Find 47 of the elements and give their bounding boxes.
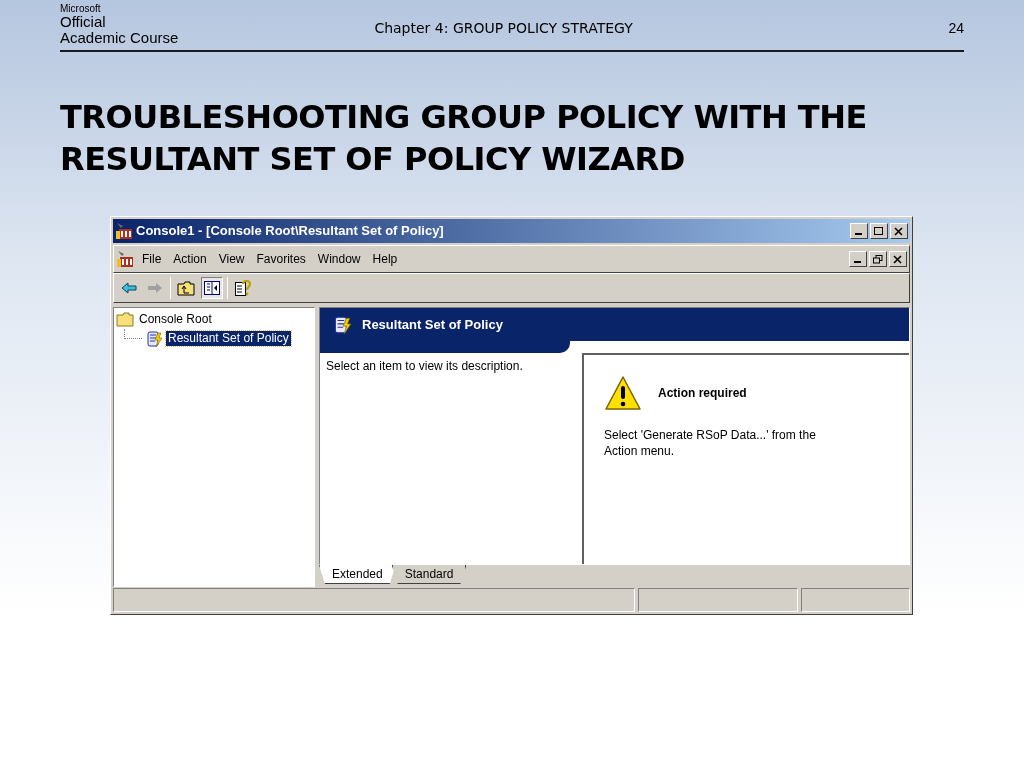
minimize-button[interactable] xyxy=(850,223,868,239)
slide-title: RESULTANT SET OF POLICY WIZARD xyxy=(60,139,686,180)
console-icon xyxy=(115,222,133,240)
help-button[interactable] xyxy=(232,277,254,299)
policy-icon xyxy=(332,314,352,335)
restore-icon xyxy=(873,254,883,264)
menu-item[interactable]: Favorites xyxy=(250,250,312,268)
logo-text: Official xyxy=(60,14,107,30)
help-icon xyxy=(234,279,252,297)
tree-pane-icon xyxy=(204,281,220,295)
page-number: 24 xyxy=(948,19,964,38)
minimize-button[interactable] xyxy=(849,251,867,267)
tree-item[interactable]: Console Root xyxy=(137,312,214,327)
close-button[interactable] xyxy=(890,223,908,239)
back-arrow-icon xyxy=(121,282,137,294)
minimize-icon xyxy=(854,233,862,235)
close-icon xyxy=(893,254,903,264)
chapter-title: Chapter 4: GROUP POLICY STRATEGY xyxy=(374,19,633,38)
minimize-icon xyxy=(853,261,861,263)
logo-text: Academic Course xyxy=(60,30,179,46)
view-tab[interactable]: Standard xyxy=(391,565,467,584)
slide-title: TROUBLESHOOTING GROUP POLICY WITH THE xyxy=(60,97,868,138)
menu-item[interactable]: File xyxy=(136,250,168,268)
menu-item[interactable]: View xyxy=(212,250,251,268)
policy-icon xyxy=(145,329,163,348)
notice-text: Select 'Generate RSoP Data...' from the Action menu. xyxy=(604,427,817,459)
close-icon xyxy=(894,226,904,236)
up-folder-icon xyxy=(177,280,195,296)
menu-item[interactable]: Help xyxy=(366,250,404,268)
maximize-icon xyxy=(874,226,884,236)
logo-brand: Microsoft xyxy=(60,4,102,14)
show-tree-button[interactable] xyxy=(201,277,223,299)
pane-title: Resultant Set of Policy xyxy=(362,315,503,334)
description-text: Select an item to view its description. xyxy=(326,358,524,375)
menu-item[interactable]: Action xyxy=(167,250,213,268)
restore-button[interactable] xyxy=(869,251,887,267)
maximize-button[interactable] xyxy=(870,223,888,239)
tree-item[interactable]: Resultant Set of Policy xyxy=(166,331,291,346)
forward-arrow-icon xyxy=(147,282,163,294)
notice-title: Action required xyxy=(658,385,747,402)
view-tab[interactable]: Extended xyxy=(319,565,396,584)
close-button[interactable] xyxy=(889,251,907,267)
folder-icon xyxy=(116,312,134,327)
menu-item[interactable]: Window xyxy=(311,250,367,268)
warning-icon xyxy=(604,375,642,411)
console-icon xyxy=(116,250,134,268)
window-title: Console1 - [Console Root\Resultant Set of Policy] xyxy=(136,222,444,241)
